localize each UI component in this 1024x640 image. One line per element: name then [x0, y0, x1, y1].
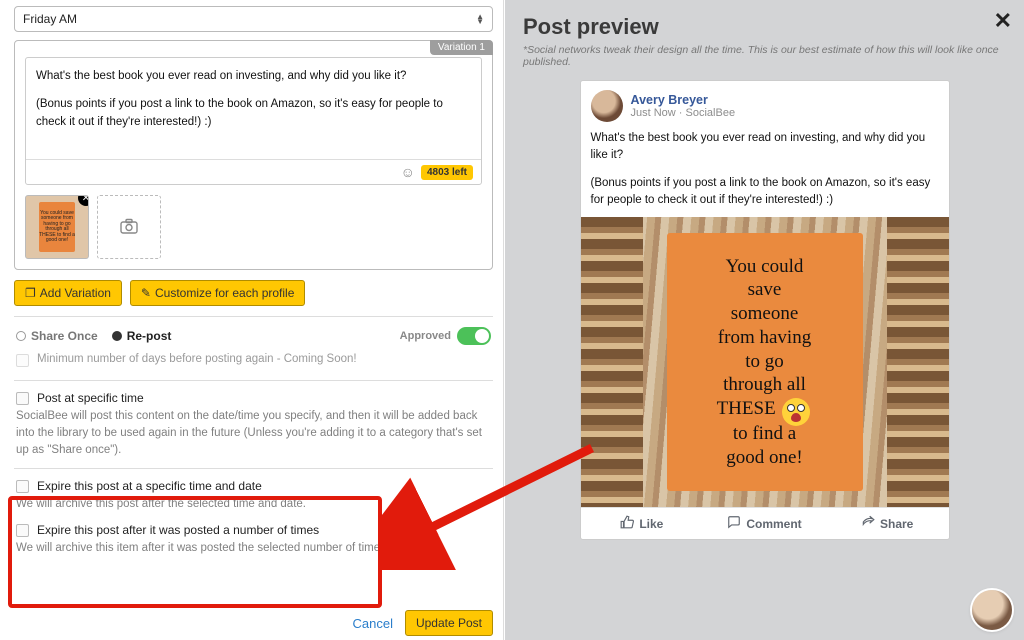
- char-counter: 4803 left: [421, 165, 473, 180]
- pencil-icon: ✎: [141, 286, 151, 300]
- expire-date-desc: We will archive this post after the sele…: [16, 496, 491, 513]
- specific-time-label: Post at specific time: [37, 391, 144, 405]
- textarea-footer: ☺ 4803 left: [26, 159, 481, 184]
- image-text-line: THESE: [717, 397, 813, 422]
- preview-header: Avery Breyer Just Now · SocialBee: [581, 81, 949, 126]
- preview-body-line: What's the best book you ever read on in…: [591, 130, 939, 165]
- copy-icon: ❐: [25, 286, 36, 300]
- camera-icon: [120, 218, 138, 237]
- update-post-button[interactable]: Update Post: [405, 610, 493, 636]
- min-days-checkbox: [16, 354, 29, 367]
- variation-buttons: ❐ Add Variation ✎ Customize for each pro…: [14, 280, 493, 306]
- share-once-label: Share Once: [31, 329, 98, 343]
- preview-author: Avery Breyer: [631, 93, 736, 107]
- image-text-line: save: [748, 278, 782, 302]
- preview-actions: Like Comment Share: [581, 507, 949, 539]
- image-text-line: good one!: [726, 446, 803, 470]
- image-text-line: to find a: [733, 422, 796, 446]
- preview-meta-time: Just Now: [631, 107, 676, 119]
- approved-toggle[interactable]: [457, 327, 491, 345]
- media-row: You could save someone from having to go…: [15, 185, 492, 269]
- chevron-updown-icon: ▲▼: [476, 14, 484, 24]
- share-once-radio[interactable]: Share Once: [16, 329, 98, 343]
- image-text-word: THESE: [717, 398, 776, 419]
- specific-time-checkbox[interactable]: [16, 392, 29, 405]
- image-text-line: You could: [726, 255, 804, 279]
- image-text-line: to go: [745, 350, 784, 374]
- repost-label: Re-post: [127, 329, 172, 343]
- expire-date-label: Expire this post at a specific time and …: [37, 479, 262, 493]
- facebook-preview-card: Avery Breyer Just Now · SocialBee What's…: [580, 80, 950, 540]
- variation-tab[interactable]: Variation 1: [430, 40, 493, 55]
- preview-meta-app: SocialBee: [686, 107, 736, 119]
- avatar: [591, 90, 623, 122]
- image-text-line: someone: [731, 302, 799, 326]
- preview-image: You could save someone from having to go…: [581, 217, 949, 507]
- post-text-line: (Bonus points if you post a link to the …: [36, 96, 471, 132]
- preview-meta: Just Now · SocialBee: [631, 107, 736, 119]
- schedule-select-value: Friday AM: [23, 12, 77, 26]
- scream-emoji-icon: [782, 398, 810, 426]
- like-label: Like: [639, 517, 663, 531]
- min-days-label: Minimum number of days before posting ag…: [37, 353, 357, 365]
- share-icon: [861, 515, 875, 532]
- editor-pane: Friday AM ▲▼ Variation 1 What's the best…: [4, 0, 504, 640]
- preview-body-line: (Bonus points if you post a link to the …: [591, 175, 939, 210]
- image-text-line: from having: [718, 326, 811, 350]
- add-variation-button[interactable]: ❐ Add Variation: [14, 280, 122, 306]
- expire-count-checkbox[interactable]: [16, 524, 29, 537]
- customize-label: Customize for each profile: [155, 286, 294, 300]
- share-section: Share Once Re-post Approved Minimum numb…: [14, 316, 493, 380]
- post-textarea-content: What's the best book you ever read on in…: [26, 58, 481, 159]
- media-thumbnail[interactable]: You could save someone from having to go…: [25, 195, 89, 259]
- specific-time-desc: SocialBee will post this content on the …: [16, 408, 491, 458]
- preview-note: *Social networks tweak their design all …: [523, 44, 1006, 68]
- share-button[interactable]: Share: [826, 508, 949, 539]
- comment-button[interactable]: Comment: [703, 508, 826, 539]
- preview-title: Post preview: [523, 14, 1006, 40]
- schedule-select[interactable]: Friday AM ▲▼: [14, 6, 493, 32]
- expire-date-checkbox[interactable]: [16, 480, 29, 493]
- emoji-picker-icon[interactable]: ☺: [401, 164, 415, 180]
- help-avatar-button[interactable]: [972, 590, 1012, 630]
- image-text-line: through all: [723, 373, 806, 397]
- expire-count-desc: We will archive this item after it was p…: [16, 540, 491, 557]
- close-icon[interactable]: ✕: [994, 8, 1012, 34]
- like-button[interactable]: Like: [581, 508, 704, 539]
- approved-label: Approved: [400, 330, 451, 342]
- add-variation-label: Add Variation: [40, 286, 111, 300]
- comment-label: Comment: [746, 517, 801, 531]
- cancel-button[interactable]: Cancel: [352, 616, 392, 631]
- repost-radio[interactable]: Re-post: [112, 329, 172, 343]
- preview-body: What's the best book you ever read on in…: [581, 126, 949, 217]
- share-label: Share: [880, 517, 913, 531]
- specific-time-section: Post at specific time SocialBee will pos…: [14, 380, 493, 468]
- comment-icon: [727, 515, 741, 532]
- variation-card: Variation 1 What's the best book you eve…: [14, 40, 493, 270]
- customize-button[interactable]: ✎ Customize for each profile: [130, 280, 305, 306]
- post-textarea[interactable]: What's the best book you ever read on in…: [25, 57, 482, 185]
- remove-media-icon[interactable]: ✕: [78, 195, 89, 206]
- expire-date-section: Expire this post at a specific time and …: [14, 468, 493, 519]
- post-text-line: What's the best book you ever read on in…: [36, 68, 471, 86]
- expire-count-label: Expire this post after it was posted a n…: [37, 523, 319, 537]
- expire-count-section: Expire this post after it was posted a n…: [14, 519, 493, 567]
- like-icon: [620, 515, 634, 532]
- preview-pane: ✕ Post preview *Social networks tweak th…: [505, 0, 1024, 640]
- share-mode-radios: Share Once Re-post: [16, 329, 171, 343]
- add-media-button[interactable]: [97, 195, 161, 259]
- update-post-label: Update Post: [416, 616, 482, 630]
- preview-image-text-card: You could save someone from having to go…: [667, 233, 863, 491]
- footer-actions: Cancel Update Post: [352, 610, 493, 636]
